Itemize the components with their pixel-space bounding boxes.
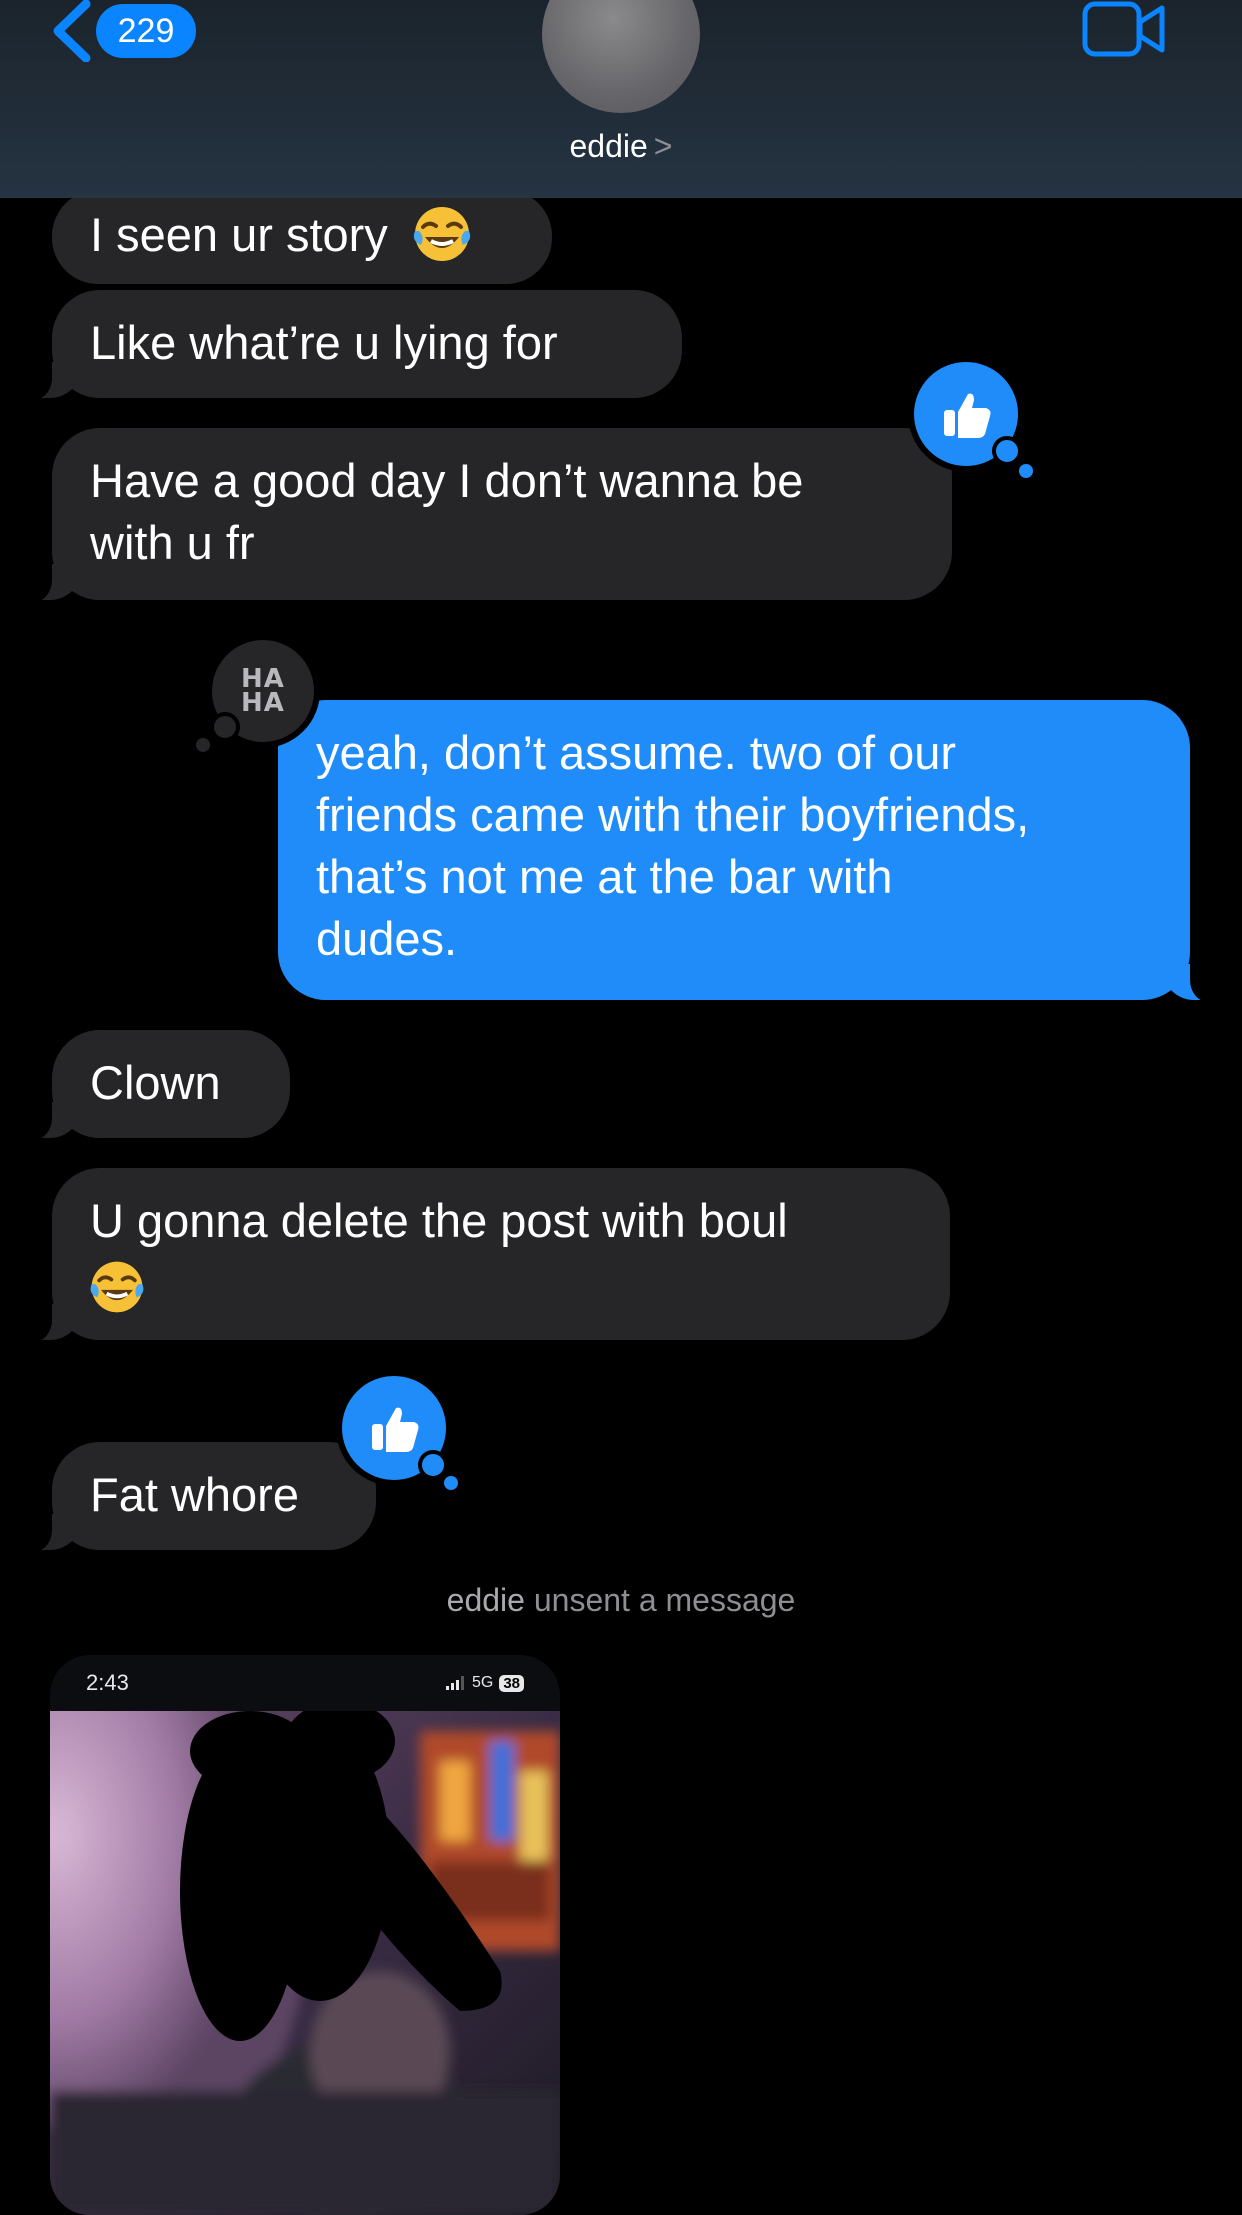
contact-avatar[interactable] [542,0,700,113]
image-attachment[interactable]: 2:43 5G 38 [50,1655,560,2215]
attachment-time: 2:43 [86,1670,129,1695]
message-text: Clown [90,1056,221,1109]
network-type: 5G [471,1674,494,1691]
back-button[interactable]: 229 [48,0,196,62]
chevron-right-icon: > [653,128,673,164]
message-line: that’s not me at the bar with [316,850,893,903]
video-call-icon[interactable] [1082,0,1166,58]
thumbs-up-icon [372,1407,419,1452]
message-line: U gonna delete the post with boul [90,1194,788,1247]
face-with-tears-of-joy-icon [413,206,471,261]
tapback-dot [196,738,210,752]
conversation-header: 229 eddie > [0,0,1242,198]
signal-icon [445,1676,464,1690]
message-bubble-incoming[interactable]: Have a good day I don’t wanna be with u … [26,428,952,602]
unsent-text: unsent a message [533,1582,796,1618]
chevron-left-icon [53,0,91,62]
contact-name-button[interactable]: eddie > [0,128,1242,165]
tapback-dot [210,712,240,742]
message-bubble-incoming[interactable]: Fat whore [26,1442,376,1552]
message-line: with u fr [90,516,255,569]
message-bubble-incoming[interactable]: U gonna delete the post with boul [26,1168,950,1342]
message-bubble-incoming[interactable]: Clown [26,1030,290,1140]
message-text: Fat whore [90,1468,299,1521]
contact-name: eddie [569,128,648,164]
message-line: yeah, don’t assume. two of our [316,726,957,779]
unread-count-badge: 229 [96,4,196,58]
message-text: Like what’re u lying for [90,316,558,369]
tapback-dot [992,436,1022,466]
attachment-status-bar: 2:43 5G 38 [50,1655,560,1711]
message-line: dudes. [316,912,458,965]
battery-level: 38 [499,1674,524,1692]
message-line: Have a good day I don’t wanna be [90,454,804,507]
thumbs-up-icon [944,393,991,438]
message-bubble-incoming[interactable]: Like what’re u lying for [26,290,682,400]
face-with-tears-of-joy-icon [90,1261,144,1312]
haha-icon: HA HA [241,664,285,718]
blurred-bar-photo [50,1711,560,2215]
message-text: I seen ur story [90,208,388,261]
tapback-dot [444,1476,458,1490]
unsent-sender-name: eddie [446,1582,525,1618]
unsent-message-notice: eddie unsent a message [0,1582,1242,1619]
message-line: friends came with their boyfriends, [316,788,1030,841]
attachment-status-icons: 5G 38 [445,1674,524,1692]
message-bubble-incoming[interactable]: I seen ur story [52,190,552,284]
tapback-dot [1019,464,1033,478]
attachment-photo [50,1711,560,2215]
tapback-dot [418,1450,448,1480]
message-bubble-outgoing[interactable]: yeah, don’t assume. two of our friends c… [278,700,1218,1002]
